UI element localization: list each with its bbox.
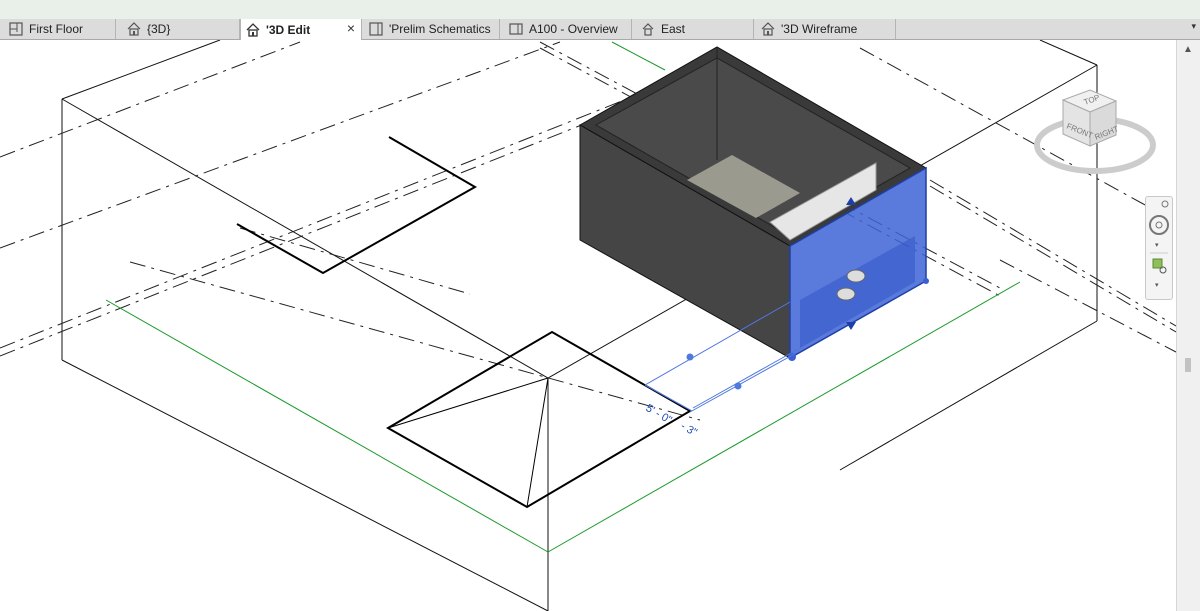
room-outline-upper bbox=[236, 136, 478, 275]
close-icon[interactable]: × bbox=[347, 20, 355, 36]
close-navbar-icon[interactable] bbox=[1161, 200, 1169, 208]
floor-plan-icon bbox=[9, 22, 23, 36]
steering-wheel-icon[interactable] bbox=[1149, 215, 1169, 235]
svg-text:▾: ▾ bbox=[1155, 282, 1159, 289]
tab-3d[interactable]: {3D} bbox=[122, 19, 240, 39]
elevation-icon bbox=[642, 23, 654, 36]
view-cube[interactable]: TOP FRONT RIGHT bbox=[1034, 89, 1156, 174]
vertical-scrollbar[interactable]: ▲ bbox=[1176, 40, 1200, 611]
tab-east[interactable]: East bbox=[636, 19, 754, 39]
view-tab-bar: First Floor {3D} '3D Edit × 'Prelim Sche… bbox=[0, 19, 1200, 40]
tab-label: A100 - Overview bbox=[529, 22, 618, 36]
3d-view-canvas[interactable]: 5' - 0" - 3" TOP FRONT RIGHT bbox=[0, 40, 1176, 611]
sheet-icon bbox=[369, 22, 383, 36]
tab-3d-edit[interactable]: '3D Edit × bbox=[240, 19, 362, 40]
house-3d-icon bbox=[127, 22, 141, 36]
house-3d-icon bbox=[761, 22, 775, 36]
tab-label: '3D Edit bbox=[266, 22, 311, 37]
zoom-region-icon[interactable] bbox=[1152, 258, 1167, 274]
navigation-bar: ▾ ▾ bbox=[1145, 196, 1173, 300]
toilet-fixture bbox=[846, 269, 866, 283]
house-3d-icon bbox=[246, 22, 260, 37]
dimension-label-secondary[interactable]: - 3" bbox=[679, 420, 700, 439]
sheet-icon bbox=[509, 23, 523, 35]
scroll-thumb[interactable] bbox=[1185, 358, 1191, 372]
svg-text:▾: ▾ bbox=[1155, 242, 1159, 249]
tab-prelim-schematics[interactable]: 'Prelim Schematics bbox=[364, 19, 500, 39]
toilet-fixture bbox=[836, 287, 856, 301]
title-strip bbox=[0, 0, 1200, 19]
tab-label: First Floor bbox=[29, 22, 83, 36]
tab-label: '3D Wireframe bbox=[781, 22, 858, 36]
tab-label: East bbox=[661, 22, 686, 36]
tab-a100-overview[interactable]: A100 - Overview bbox=[504, 19, 632, 39]
tab-first-floor[interactable]: First Floor bbox=[4, 19, 116, 39]
room-outline-lower bbox=[385, 330, 692, 509]
scroll-up-arrow-icon[interactable]: ▲ bbox=[1183, 44, 1193, 55]
tab-label: {3D} bbox=[147, 22, 171, 36]
tab-menu-chevron-icon[interactable]: ▾ bbox=[1191, 21, 1196, 32]
tab-label: 'Prelim Schematics bbox=[389, 22, 491, 36]
tab-3d-wireframe[interactable]: '3D Wireframe bbox=[756, 19, 896, 39]
dimension-label-primary[interactable]: 5' - 0" bbox=[644, 402, 674, 426]
